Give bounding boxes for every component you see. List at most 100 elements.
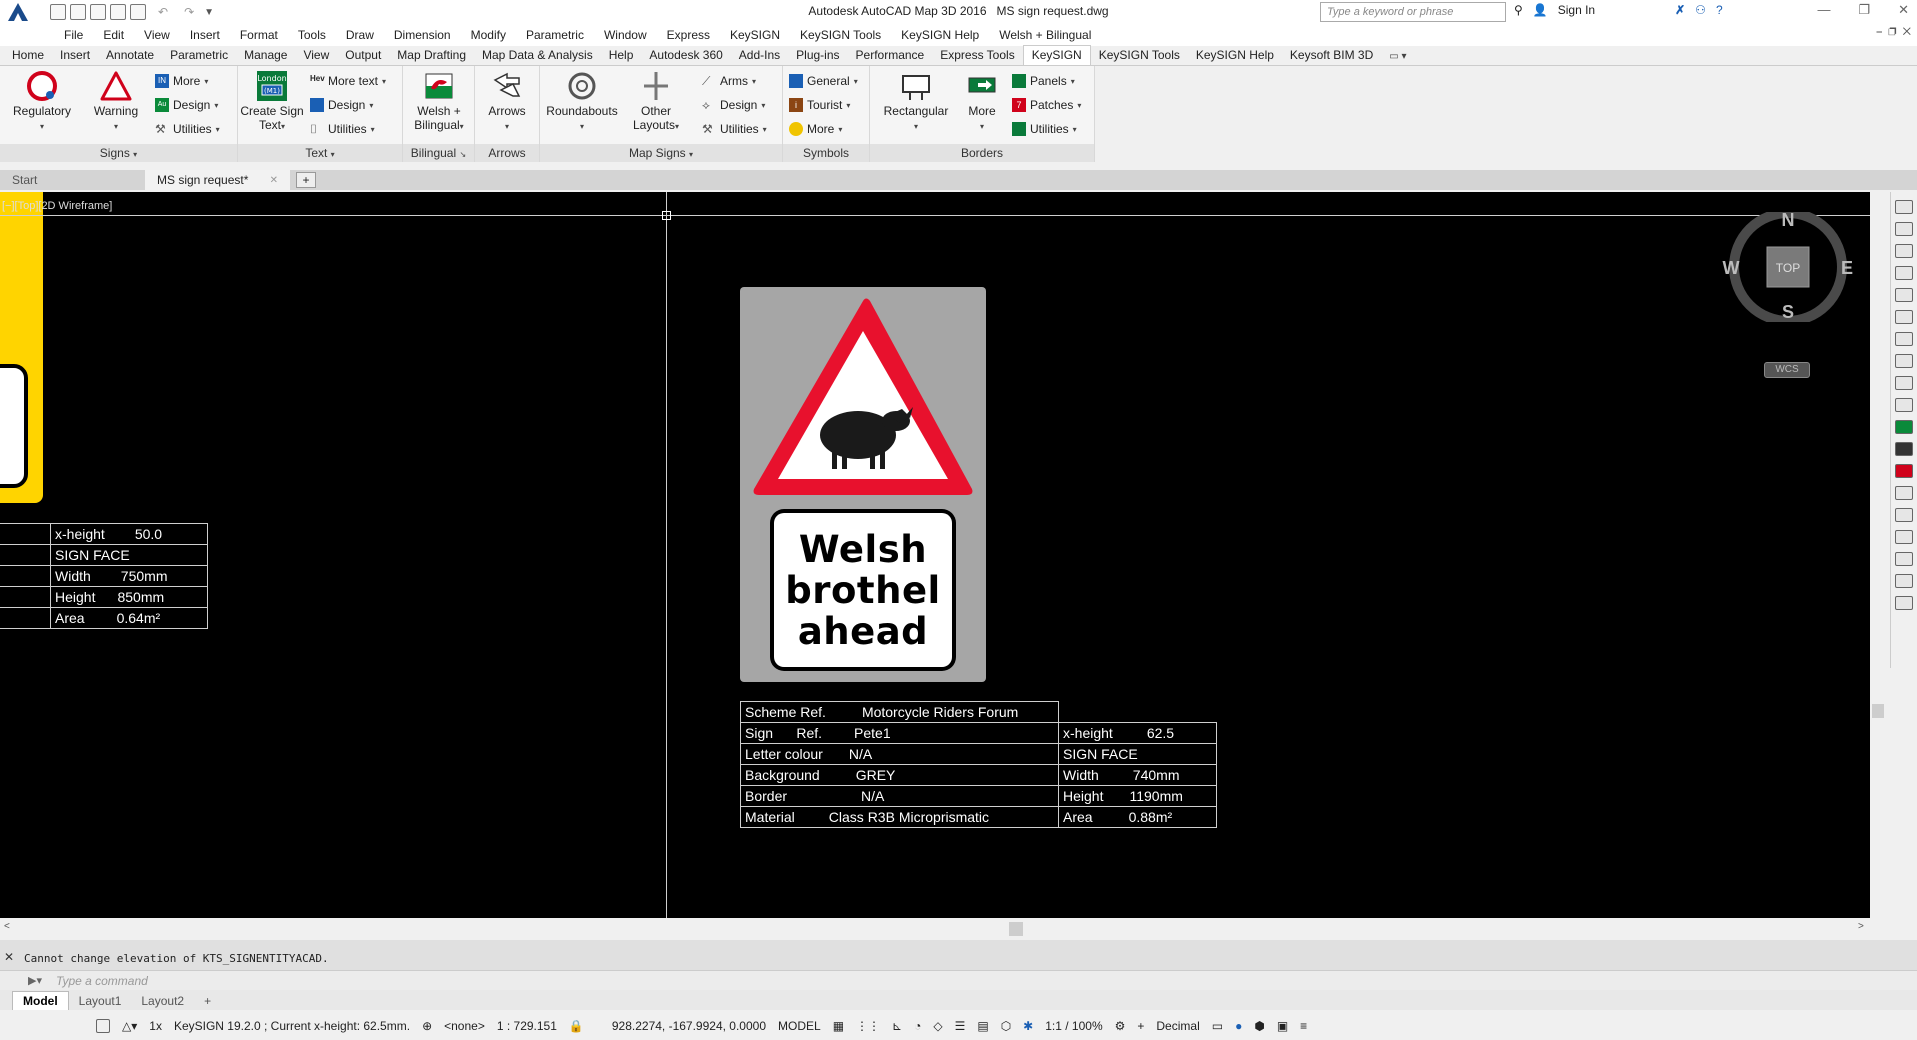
tab-layout1[interactable]: Layout1: [69, 992, 132, 1010]
tab-keysoft-bim-3d[interactable]: Keysoft BIM 3D: [1282, 46, 1381, 65]
tool-icon[interactable]: [1895, 310, 1913, 324]
panel-title-text[interactable]: Text ▾: [238, 144, 402, 162]
menu-edit[interactable]: Edit: [93, 28, 134, 42]
tab-output[interactable]: Output: [337, 46, 389, 65]
regulatory-button[interactable]: Regulatory ▾: [10, 70, 74, 134]
application-menu-button[interactable]: [0, 0, 36, 24]
tool-icon[interactable]: [1895, 244, 1913, 258]
tool-icon[interactable]: [1895, 288, 1913, 302]
tourist-button[interactable]: i Tourist ▾: [789, 96, 850, 114]
tool-icon[interactable]: [1895, 552, 1913, 566]
restore-icon[interactable]: ❐: [1858, 2, 1870, 18]
patches-button[interactable]: 7 Patches ▾: [1012, 96, 1081, 114]
arms-button[interactable]: ⟋ Arms ▾: [702, 72, 756, 90]
annotation-scale[interactable]: 1:1 / 100%: [1045, 1019, 1102, 1033]
menu-view[interactable]: View: [134, 28, 180, 42]
roundabouts-button[interactable]: Roundabouts ▾: [546, 70, 618, 134]
text-design-button[interactable]: Design ▾: [310, 96, 373, 114]
tool-icon[interactable]: [1895, 398, 1913, 412]
signs-more-button[interactable]: IN More ▾: [155, 72, 208, 90]
workspace-gear-icon[interactable]: ⚙: [1115, 1019, 1126, 1033]
menu-keysign-tools[interactable]: KeySIGN Tools: [790, 28, 891, 42]
other-layouts-button[interactable]: Other Layouts▾: [626, 70, 686, 134]
grid-icon[interactable]: ▦: [833, 1019, 844, 1033]
exchange-apps-icon[interactable]: ✗: [1675, 3, 1685, 17]
tool-icon[interactable]: [1895, 222, 1913, 236]
customization-menu-icon[interactable]: ≡: [1300, 1019, 1307, 1033]
panel-title-map-signs[interactable]: Map Signs ▾: [540, 144, 782, 162]
menu-welsh-bilingual[interactable]: Welsh + Bilingual: [989, 28, 1101, 42]
tab-annotate[interactable]: Annotate: [98, 46, 162, 65]
horizontal-scroll-thumb[interactable]: [1009, 922, 1023, 936]
command-input[interactable]: Type a command: [56, 974, 148, 988]
menu-parametric[interactable]: Parametric: [516, 28, 594, 42]
tool-icon[interactable]: [1895, 420, 1913, 434]
panels-button[interactable]: Panels ▾: [1012, 72, 1075, 90]
open-file-icon[interactable]: [70, 4, 86, 20]
menu-insert[interactable]: Insert: [180, 28, 230, 42]
snap-icon[interactable]: ⋮⋮: [856, 1019, 880, 1033]
coordinate-system-select[interactable]: <none>: [444, 1019, 485, 1033]
tab-insert[interactable]: Insert: [52, 46, 98, 65]
sign-in-button[interactable]: Sign In: [1558, 3, 1595, 17]
tool-icon[interactable]: [1895, 464, 1913, 478]
tool-icon[interactable]: [1895, 486, 1913, 500]
undo-icon[interactable]: ↶: [158, 5, 168, 19]
tab-express-tools[interactable]: Express Tools: [932, 46, 1022, 65]
viewport-scale-icon[interactable]: △▾: [122, 1019, 137, 1033]
redo-icon[interactable]: ↷: [184, 5, 194, 19]
menu-format[interactable]: Format: [230, 28, 288, 42]
tab-ms-sign-request[interactable]: MS sign request* ✕: [145, 170, 290, 190]
annotation-visibility-icon[interactable]: ✱: [1023, 1019, 1033, 1033]
menu-draw[interactable]: Draw: [336, 28, 384, 42]
tab-model[interactable]: Model: [12, 991, 69, 1010]
cursor-coordinates[interactable]: 928.2274, -167.9924, 0.0000: [612, 1019, 766, 1033]
vertical-scroll-thumb[interactable]: [1872, 704, 1884, 718]
ortho-icon[interactable]: ⊾: [892, 1019, 902, 1033]
quick-properties-icon[interactable]: ▭: [1212, 1019, 1223, 1033]
horizontal-scrollbar[interactable]: < >: [0, 918, 1870, 940]
tool-icon[interactable]: [1895, 574, 1913, 588]
map-utilities-button[interactable]: ⚒ Utilities ▾: [702, 120, 767, 138]
tab-autodesk-360[interactable]: Autodesk 360: [641, 46, 730, 65]
borders-utilities-button[interactable]: Utilities ▾: [1012, 120, 1077, 138]
help-search-input[interactable]: Type a keyword or phrase: [1320, 2, 1506, 22]
general-button[interactable]: General ▾: [789, 72, 858, 90]
minimize-icon[interactable]: —: [1817, 2, 1830, 18]
viewcube-compass[interactable]: TOP N S E W: [1720, 212, 1856, 322]
arrows-button[interactable]: Arrows ▾: [475, 70, 539, 134]
transparency-icon[interactable]: ▤: [977, 1019, 988, 1033]
3d-osnap-icon[interactable]: ⬡: [1001, 1019, 1011, 1033]
rectangular-button[interactable]: Rectangular ▾: [878, 70, 954, 134]
scale-multiplier[interactable]: 1x: [149, 1019, 162, 1033]
a360-icon[interactable]: ⚇: [1695, 3, 1706, 17]
tab-manage[interactable]: Manage: [236, 46, 295, 65]
add-icon[interactable]: +: [1137, 1019, 1144, 1033]
menu-tools[interactable]: Tools: [288, 28, 336, 42]
drawing-scale[interactable]: 1 : 729.151: [497, 1019, 557, 1033]
text-utilities-button[interactable]: ⌷ Utilities ▾: [310, 120, 375, 138]
tab-add-ins[interactable]: Add-Ins: [731, 46, 788, 65]
command-line[interactable]: ▶▾ Type a command: [0, 970, 1917, 990]
viewport-controls-label[interactable]: [−][Top][2D Wireframe]: [2, 200, 112, 212]
signs-utilities-button[interactable]: ⚒ Utilities ▾: [155, 120, 220, 138]
units-select[interactable]: Decimal: [1156, 1019, 1199, 1033]
tab-keysign-help[interactable]: KeySIGN Help: [1188, 46, 1282, 65]
tab-view[interactable]: View: [295, 46, 337, 65]
coordinate-system-icon[interactable]: ⊕: [422, 1019, 432, 1033]
binoculars-icon[interactable]: ⚲: [1514, 3, 1523, 17]
menu-keysign-help[interactable]: KeySIGN Help: [891, 28, 989, 42]
menu-dimension[interactable]: Dimension: [384, 28, 461, 42]
tab-keysign-tools[interactable]: KeySIGN Tools: [1091, 46, 1188, 65]
tab-plug-ins[interactable]: Plug-ins: [788, 46, 847, 65]
close-icon[interactable]: ✕: [1898, 2, 1909, 18]
tool-icon[interactable]: [1895, 596, 1913, 610]
isolate-objects-icon[interactable]: ●: [1235, 1019, 1242, 1033]
plot-icon[interactable]: [130, 4, 146, 20]
help-icon[interactable]: ?: [1716, 3, 1723, 17]
borders-more-button[interactable]: More ▾: [958, 70, 1006, 134]
menubar-window-controls[interactable]: ⎯ ❐ ✕: [1877, 26, 1912, 39]
grid-snap-icon[interactable]: [96, 1019, 110, 1033]
wcs-menu-button[interactable]: WCS: [1764, 362, 1810, 378]
tool-icon[interactable]: [1895, 200, 1913, 214]
